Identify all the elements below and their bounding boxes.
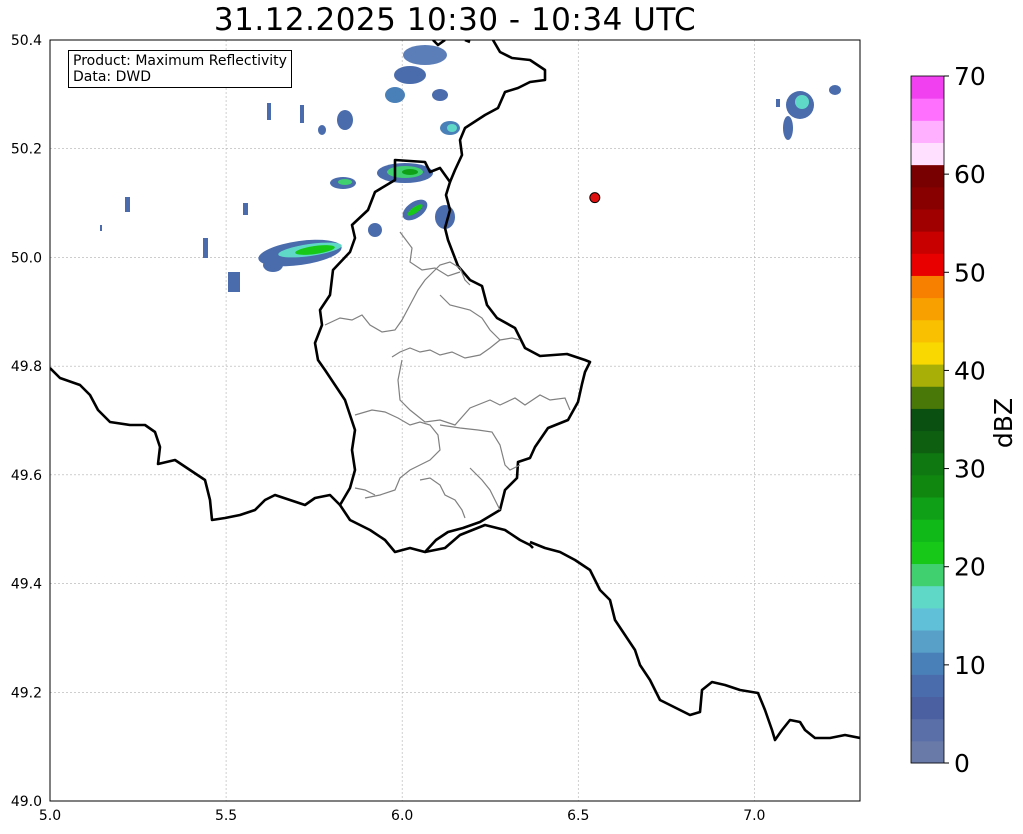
colorbar-tick-label: 40	[954, 356, 986, 385]
y-tick-label: 50.0	[11, 250, 42, 266]
location-marker	[589, 192, 601, 204]
colorbar-tick-label: 20	[954, 553, 986, 582]
colorbar-segment	[911, 563, 944, 587]
product-label: Product: Maximum Reflectivity	[73, 53, 287, 69]
colorbar-segment	[911, 364, 944, 387]
x-tick-label: 6.0	[391, 808, 413, 824]
data-source-label: Data: DWD	[73, 69, 151, 85]
colorbar-segment	[911, 740, 944, 764]
y-tick-label: 50.4	[11, 33, 42, 49]
colorbar-segment	[911, 275, 944, 299]
colorbar-segment	[911, 231, 944, 254]
colorbar-segment	[911, 519, 944, 542]
colorbar-segment	[911, 674, 944, 698]
colorbar-segment	[911, 430, 944, 454]
colorbar-segment	[911, 120, 944, 143]
colorbar-tick-label: 60	[954, 160, 986, 189]
radar-map: 5.0 5.5 6.0 6.5 7.0 49.0 49.2 49.4 49.6 49.8 50.0…	[11, 33, 1018, 824]
y-tick-label: 49.4	[11, 577, 42, 593]
colorbar-segment	[911, 474, 944, 498]
colorbar-segment	[911, 696, 944, 720]
echo-cell	[440, 121, 460, 135]
colorbar-segment	[911, 652, 944, 675]
colorbar-tick-label: 30	[954, 455, 986, 484]
colorbar-segment	[911, 164, 944, 188]
colorbar-segment	[911, 497, 944, 520]
y-tick-label: 49.6	[11, 468, 42, 484]
y-tick-label: 49.0	[11, 794, 42, 810]
colorbar-segment	[911, 76, 944, 99]
x-tick-label: 7.0	[743, 808, 765, 824]
colorbar-segment	[911, 452, 944, 476]
colorbar-segment	[911, 186, 944, 210]
colorbar	[910, 75, 945, 764]
y-tick-label: 50.2	[11, 142, 42, 158]
y-tick-label: 49.8	[11, 359, 42, 375]
y-tick-label: 49.2	[11, 685, 42, 701]
colorbar-segment	[911, 319, 944, 343]
y-axis-ticks: 49.0 49.2 49.4 49.6 49.8 50.0 50.2 50.4	[11, 33, 42, 810]
colorbar-tick-label: 10	[954, 651, 986, 680]
colorbar-segment	[911, 607, 944, 631]
colorbar-segment	[911, 541, 944, 565]
colorbar-segment	[911, 297, 944, 321]
colorbar-tick-label: 0	[954, 749, 970, 778]
colorbar-segment	[911, 253, 944, 276]
plot-area	[50, 40, 860, 801]
x-axis-ticks: 5.0 5.5 6.0 6.5 7.0	[39, 808, 766, 824]
colorbar-segment	[911, 408, 944, 432]
colorbar-label: dBZ	[989, 398, 1018, 448]
colorbar-segment	[911, 585, 944, 609]
colorbar-tick-label: 70	[954, 62, 986, 91]
x-tick-label: 6.5	[567, 808, 589, 824]
colorbar-segment	[911, 142, 944, 166]
info-box: Product: Maximum Reflectivity Data: DWD	[68, 50, 292, 88]
colorbar-segment	[911, 98, 944, 121]
x-tick-label: 5.5	[215, 808, 237, 824]
colorbar-tick-label: 50	[954, 258, 986, 287]
colorbar-segment	[911, 341, 944, 365]
colorbar-segment	[911, 718, 944, 742]
colorbar-ticks: 0 10 20 30 40 50 60 70	[944, 62, 986, 778]
colorbar-segment	[911, 386, 944, 409]
x-tick-label: 5.0	[39, 808, 61, 824]
colorbar-segment	[911, 630, 944, 653]
colorbar-segment	[911, 208, 944, 232]
